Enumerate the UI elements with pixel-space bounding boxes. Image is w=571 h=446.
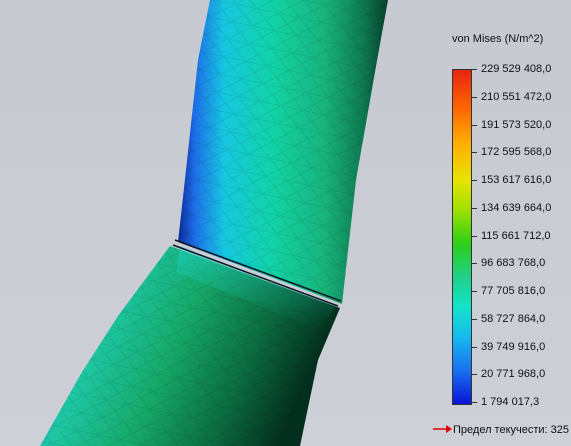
legend-tick-label: 172 595 568,0	[481, 146, 552, 159]
legend-tick-label: 20 771 968,0	[481, 368, 546, 381]
legend-tick-label: 115 661 712,0	[481, 229, 551, 242]
legend-tick-mark	[472, 346, 477, 348]
legend-tick-mark	[472, 291, 477, 292]
legend-tick-label: 134 639 664,0	[481, 201, 552, 214]
legend-tick-label: 191 573 520,0	[481, 118, 552, 131]
legend-tick-mark	[472, 96, 477, 98]
legend-tick-mark	[472, 374, 477, 376]
legend-tick-label: 153 617 616,0	[481, 174, 552, 186]
legend-tick-mark	[472, 235, 477, 237]
legend-tick-mark	[472, 152, 477, 154]
legend-tick-label: 229 529 408,0	[481, 63, 552, 75]
legend-tick-mark	[472, 318, 477, 320]
legend-tick-mark	[472, 263, 477, 265]
legend-tick-label: 77 705 816,0	[481, 285, 546, 297]
legend-tick-mark	[472, 180, 477, 181]
legend-tick-label: 210 551 472,0	[481, 90, 552, 103]
legend-tick-label: 1 794 017,3	[481, 396, 540, 408]
legend-tick-label: 39 749 916,0	[481, 340, 546, 353]
color-scale-bar	[452, 69, 472, 405]
yield-arrow-icon	[433, 425, 452, 433]
graphics-viewport[interactable]: von Mises (N/m^2) 229 529 408,0 210 551 4…	[0, 0, 571, 446]
legend-tick-mark	[472, 124, 477, 126]
legend-tick-label: 96 683 768,0	[481, 257, 546, 270]
legend-tick-mark	[472, 69, 477, 70]
legend-tick-label: 58 727 864,0	[481, 312, 546, 325]
legend-title: von Mises (N/m^2)	[452, 33, 544, 45]
yield-strength-label: Предел текучести: 325	[453, 424, 570, 436]
legend-tick-mark	[472, 402, 477, 403]
legend-tick-mark	[472, 207, 477, 209]
